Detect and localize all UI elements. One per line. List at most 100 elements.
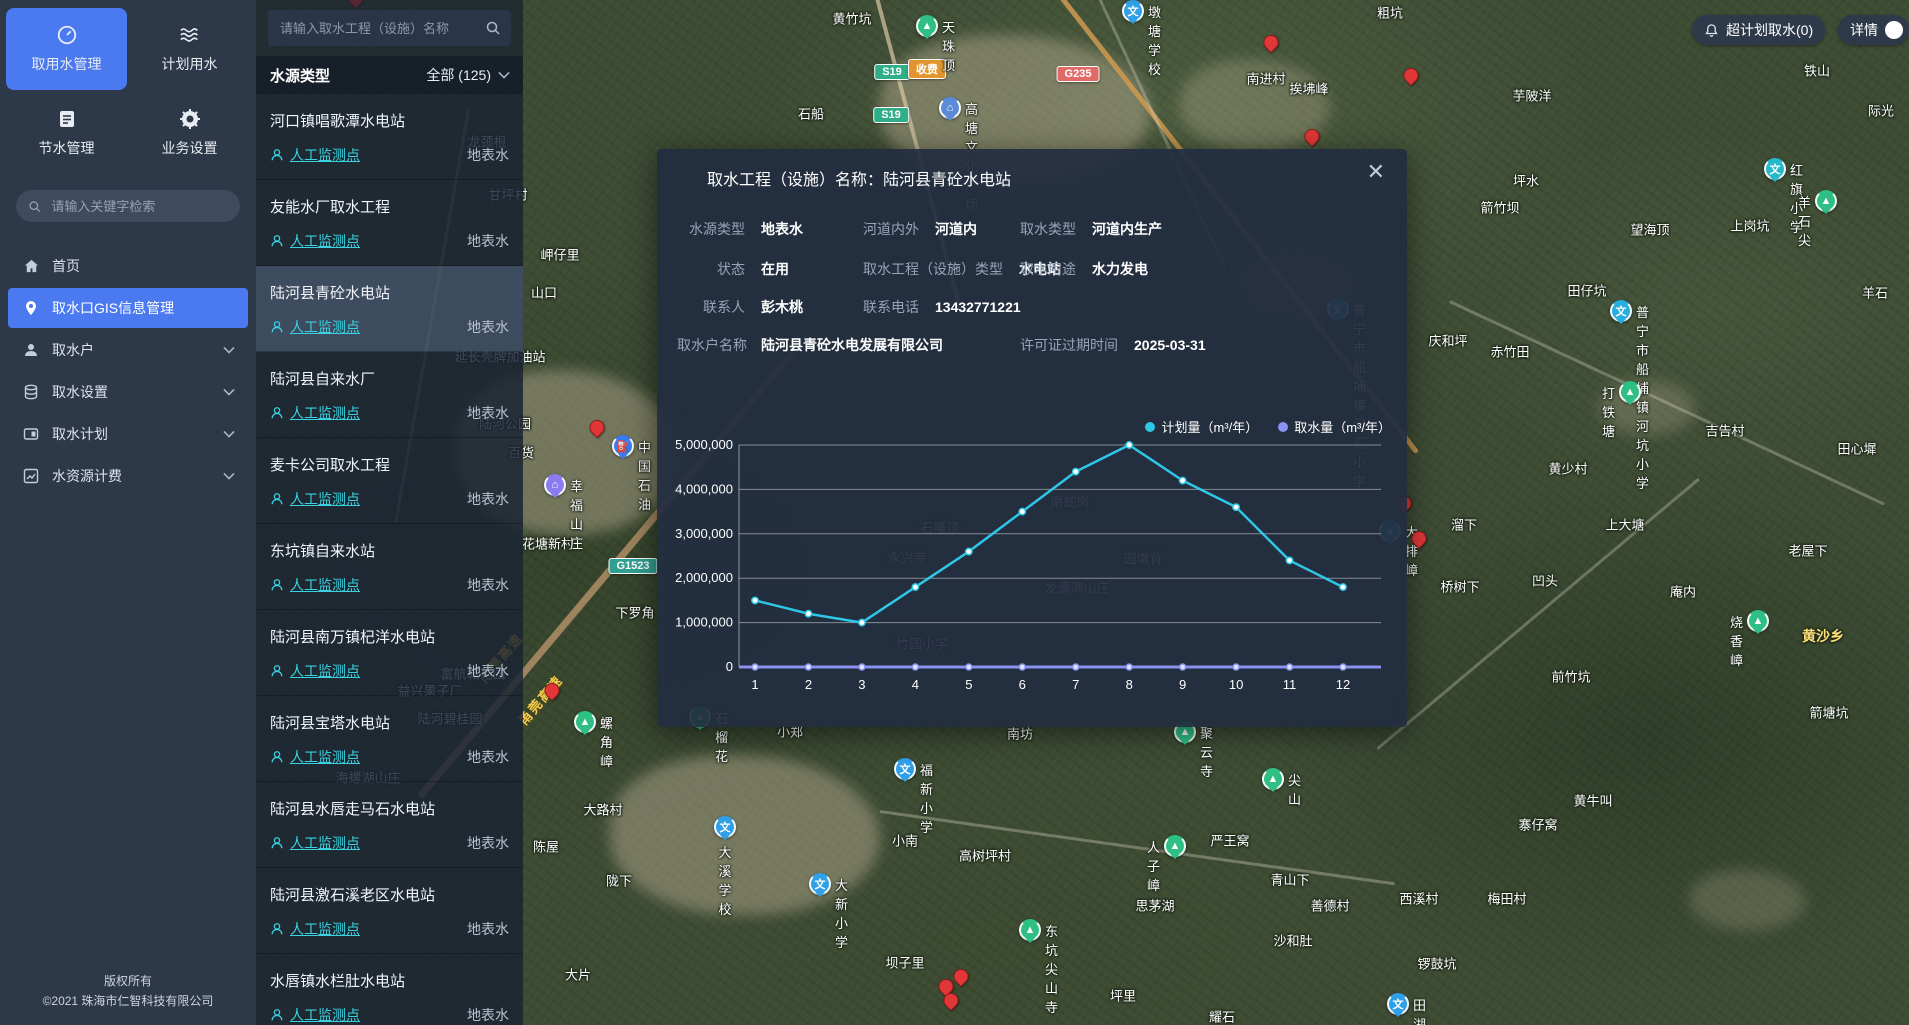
manual-monitor-link[interactable]: 人工监测点 — [270, 489, 360, 509]
culture-icon[interactable]: ⌂高塘文化广场 — [939, 97, 961, 119]
detail-field: 河道内外河道内 — [863, 219, 977, 239]
sidebar-item-6[interactable]: 水资源计费 — [8, 456, 248, 496]
pin-shape — [1408, 528, 1429, 549]
map-place-label: 坪里 — [1110, 986, 1136, 1005]
bell-icon — [1704, 23, 1719, 38]
field-value: 河道内 — [935, 219, 977, 239]
intake-list: 河口镇唱歌潭水电站人工监测点地表水友能水厂取水工程人工监测点地表水陆河县青砼水电… — [256, 94, 523, 1025]
app-tab-2[interactable]: 计划用水 — [129, 8, 250, 90]
app-tab-label: 节水管理 — [39, 138, 95, 158]
sidebar-search-box[interactable] — [16, 190, 240, 222]
list-item[interactable]: 陆河县自来水厂人工监测点地表水 — [256, 352, 523, 438]
red-map-pin[interactable] — [1412, 531, 1429, 548]
sidebar-item-5[interactable]: 取水计划 — [8, 414, 248, 454]
road-badge: S19 — [873, 107, 909, 123]
red-map-pin[interactable] — [590, 420, 607, 437]
app-tab-4[interactable]: 业务设置 — [129, 92, 250, 174]
legend-item[interactable]: 计划量（m³/年） — [1145, 417, 1258, 436]
red-map-pin[interactable] — [1264, 35, 1281, 52]
sidebar-item-label: 取水户 — [52, 340, 94, 360]
map-poi-label: 羊石尖 — [1798, 192, 1811, 249]
intake-meta: 人工监测点地表水 — [270, 661, 509, 681]
red-map-pin[interactable] — [1404, 68, 1421, 85]
school-icon[interactable]: 文福新小学 — [894, 758, 916, 780]
mountain-icon[interactable]: ▲天珠顶 — [916, 15, 938, 37]
manual-monitor-link[interactable]: 人工监测点 — [270, 145, 360, 165]
sidebar-item-2[interactable]: 取水口GIS信息管理 — [8, 288, 248, 328]
manual-monitor-link[interactable]: 人工监测点 — [270, 317, 360, 337]
app-tab-1[interactable]: 取用水管理 — [6, 8, 127, 90]
school-icon[interactable]: 文大溪学校 — [714, 816, 736, 838]
list-item[interactable]: 友能水厂取水工程人工监测点地表水 — [256, 180, 523, 266]
map-poi-label: 大新小学 — [835, 875, 848, 951]
legend-item[interactable]: 取水量（m³/年） — [1278, 417, 1391, 436]
search-icon[interactable] — [485, 20, 501, 36]
map-place-label: 梅田村 — [1487, 889, 1526, 908]
manual-monitor-link[interactable]: 人工监测点 — [270, 919, 360, 939]
intake-search-input[interactable] — [278, 20, 477, 37]
list-item[interactable]: 陆河县青砼水电站人工监测点地表水 — [256, 266, 523, 352]
sidebar-search-input[interactable] — [49, 198, 228, 215]
svg-text:3,000,000: 3,000,000 — [675, 526, 733, 541]
school-icon[interactable]: 文墩塘学校 — [1122, 0, 1144, 22]
list-item[interactable]: 麦卡公司取水工程人工监测点地表水 — [256, 438, 523, 524]
manual-monitor-link[interactable]: 人工监测点 — [270, 833, 360, 853]
sidebar-menu: 首页取水口GIS信息管理取水户取水设置取水计划水资源计费 — [0, 234, 256, 971]
map-poi-label: 尖山 — [1288, 770, 1301, 808]
mountain-icon[interactable]: ▲人子嶂 — [1164, 835, 1186, 857]
mountain-icon: ▲ — [1262, 768, 1284, 790]
field-label: 取水用途 — [1020, 259, 1076, 279]
pin-shape — [541, 680, 562, 701]
manual-monitor-link[interactable]: 人工监测点 — [270, 575, 360, 595]
chevron-down-icon — [223, 342, 234, 353]
field-label: 取水类型 — [1020, 219, 1076, 239]
mountain-icon[interactable]: ▲羊石尖 — [1815, 190, 1837, 212]
manual-monitor-link[interactable]: 人工监测点 — [270, 1005, 360, 1025]
filter-dropdown[interactable]: 全部 (125) — [426, 65, 509, 85]
close-icon[interactable]: ✕ — [1367, 161, 1385, 183]
map-place-label: 桥树下 — [1440, 577, 1479, 596]
red-map-pin[interactable] — [545, 683, 562, 700]
field-value: 陆河县青砼水电发展有限公司 — [761, 335, 943, 355]
list-item[interactable]: 陆河县南万镇杞洋水电站人工监测点地表水 — [256, 610, 523, 696]
red-map-pin[interactable] — [1305, 129, 1322, 146]
sidebar-item-1[interactable]: 首页 — [8, 246, 248, 286]
school-icon[interactable]: 文大新小学 — [809, 873, 831, 895]
monitor-label: 人工监测点 — [290, 919, 360, 939]
manual-monitor-link[interactable]: 人工监测点 — [270, 231, 360, 251]
list-item[interactable]: 陆河县宝塔水电站人工监测点地表水 — [256, 696, 523, 782]
manual-monitor-link[interactable]: 人工监测点 — [270, 747, 360, 767]
list-item[interactable]: 东坑镇自来水站人工监测点地表水 — [256, 524, 523, 610]
mountain-icon[interactable]: ▲螺角嶂 — [574, 711, 596, 733]
mountain-icon[interactable]: ▲烧香嶂 — [1747, 610, 1769, 632]
list-item[interactable]: 水唇镇水栏肚水电站人工监测点地表水 — [256, 954, 523, 1025]
manual-monitor-link[interactable]: 人工监测点 — [270, 403, 360, 423]
sidebar-item-4[interactable]: 取水设置 — [8, 372, 248, 412]
intake-name: 陆河县南万镇杞洋水电站 — [270, 626, 509, 647]
detail-toggle-pill[interactable]: 详情 — [1838, 15, 1909, 45]
red-map-pin[interactable] — [944, 993, 961, 1010]
hotel-icon[interactable]: ⌂幸福山庄 — [544, 474, 566, 496]
detail-toggle-knob[interactable] — [1885, 21, 1903, 39]
manual-monitor-link[interactable]: 人工监测点 — [270, 661, 360, 681]
intake-search-box[interactable] — [268, 10, 511, 46]
over-plan-water-button[interactable]: 超计划取水(0) — [1692, 15, 1825, 45]
list-item[interactable]: 陆河县激石溪老区水电站人工监测点地表水 — [256, 868, 523, 954]
intake-name: 东坑镇自来水站 — [270, 540, 509, 561]
map-poi-label: 墩塘学校 — [1148, 2, 1161, 78]
app-tab-3[interactable]: 节水管理 — [6, 92, 127, 174]
school-icon[interactable]: 文普宁市船埔镇 河坑小学 — [1610, 300, 1632, 322]
temple-icon[interactable]: ▲东坑尖山寺 — [1019, 919, 1041, 941]
gear-icon — [179, 108, 201, 130]
list-item[interactable]: 陆河县水唇走马石水电站人工监测点地表水 — [256, 782, 523, 868]
culture-icon: ⌂ — [939, 97, 961, 119]
gas-station-icon[interactable]: ⛽中国石油 — [612, 435, 634, 457]
mountain-icon[interactable]: ▲尖山 — [1262, 768, 1284, 790]
svg-text:5: 5 — [965, 677, 972, 692]
list-item[interactable]: 河口镇唱歌潭水电站人工监测点地表水 — [256, 94, 523, 180]
sidebar-item-3[interactable]: 取水户 — [8, 330, 248, 370]
school-icon[interactable]: 文田湖小学 — [1387, 993, 1409, 1015]
school-icon[interactable]: 文红旗小学 — [1764, 158, 1786, 180]
mountain-icon[interactable]: ▲打铁塘 — [1619, 381, 1641, 403]
red-map-pin[interactable] — [954, 969, 971, 986]
